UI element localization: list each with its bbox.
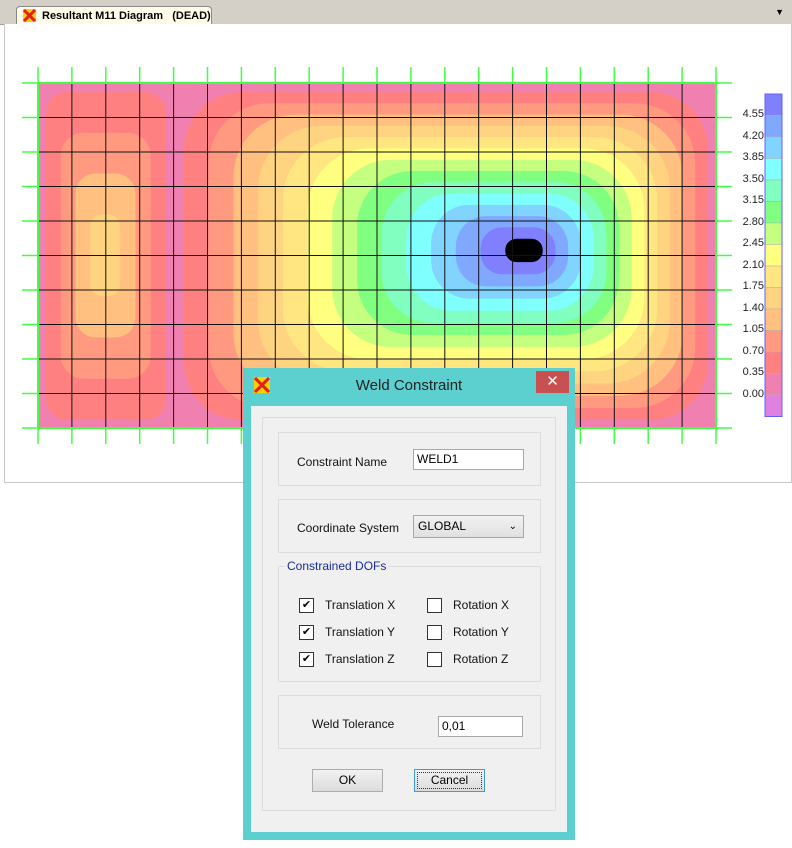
constraint-name-group: Constraint Name WELD1: [278, 432, 541, 486]
checkbox-rotation-y[interactable]: [427, 625, 442, 640]
legend-swatch: [764, 308, 783, 331]
checkbox-translation-x[interactable]: ✔: [299, 598, 314, 613]
legend-label: 1.05: [742, 323, 764, 335]
legend-swatch: [764, 244, 783, 267]
legend-swatch: [764, 201, 783, 224]
legend-swatch: [764, 373, 783, 396]
legend-label: 0.00: [742, 387, 764, 400]
legend-label: 1.40: [742, 301, 764, 314]
chevron-down-icon: ⌄: [508, 521, 517, 532]
checkbox-rotation-x[interactable]: [427, 598, 442, 613]
legend-label: 2.10: [742, 258, 764, 271]
dof-label: Rotation X: [453, 598, 510, 612]
cancel-button[interactable]: Cancel: [414, 769, 485, 792]
coordinate-system-select[interactable]: GLOBAL ⌄: [413, 515, 524, 538]
checkbox-translation-y[interactable]: ✔: [299, 625, 314, 640]
legend-swatch: [764, 136, 783, 159]
cancel-label: Cancel: [417, 772, 482, 789]
legend-swatch: [764, 222, 783, 245]
legend-swatch: [764, 287, 783, 310]
dialog-body: Constraint Name WELD1 Coordinate System …: [251, 406, 567, 832]
weld-tolerance-input[interactable]: 0,01: [438, 716, 523, 737]
legend-swatch: [764, 351, 783, 374]
legend-label: 2.80: [742, 215, 764, 228]
legend-swatch: [764, 158, 783, 181]
legend-swatch: [764, 115, 783, 138]
legend-label: 4.20: [742, 129, 764, 142]
checkbox-translation-z[interactable]: ✔: [299, 652, 314, 667]
legend-label: 2.45: [742, 237, 764, 249]
weld-tolerance-label: Weld Tolerance: [312, 717, 395, 731]
legend-label: 3.15: [742, 194, 764, 206]
legend-label: 3.50: [742, 172, 764, 185]
legend-swatch: [764, 179, 783, 202]
legend-swatch: [764, 394, 783, 417]
constraint-name-input[interactable]: WELD1: [413, 449, 524, 470]
weld-constraint-dialog: Weld Constraint ✕ Constraint Name WELD1 …: [243, 368, 575, 840]
legend-swatch: [764, 93, 783, 116]
coordinate-system-value: GLOBAL: [418, 519, 467, 533]
close-button[interactable]: ✕: [536, 371, 569, 393]
legend-label: 3.85: [742, 151, 764, 163]
legend-label: 4.55: [742, 108, 764, 120]
dof-label: Translation Z: [325, 652, 395, 666]
coordinate-system-group: Coordinate System GLOBAL ⌄: [278, 499, 541, 553]
dof-label: Translation Y: [325, 625, 396, 639]
constraint-name-label: Constraint Name: [297, 455, 388, 469]
legend-swatch: [764, 265, 783, 288]
checkbox-rotation-z[interactable]: [427, 652, 442, 667]
constrained-dofs-title: Constrained DOFs: [285, 559, 389, 573]
contour-band: [505, 238, 543, 263]
coordinate-system-label: Coordinate System: [297, 521, 400, 535]
legend-label: 0.70: [742, 344, 764, 357]
dialog-title: Weld Constraint: [355, 377, 463, 394]
legend-swatch: [764, 330, 783, 353]
legend-label: 0.35: [742, 366, 764, 378]
weld-tolerance-group: Weld Tolerance 0,01: [278, 695, 541, 749]
dof-label: Rotation Z: [453, 652, 509, 666]
dof-label: Rotation Y: [453, 625, 509, 639]
legend-label: 1.75: [742, 280, 764, 292]
ok-button[interactable]: OK: [312, 769, 383, 792]
dof-label: Translation X: [325, 598, 396, 612]
dialog-titlebar[interactable]: Weld Constraint ✕: [243, 368, 575, 402]
